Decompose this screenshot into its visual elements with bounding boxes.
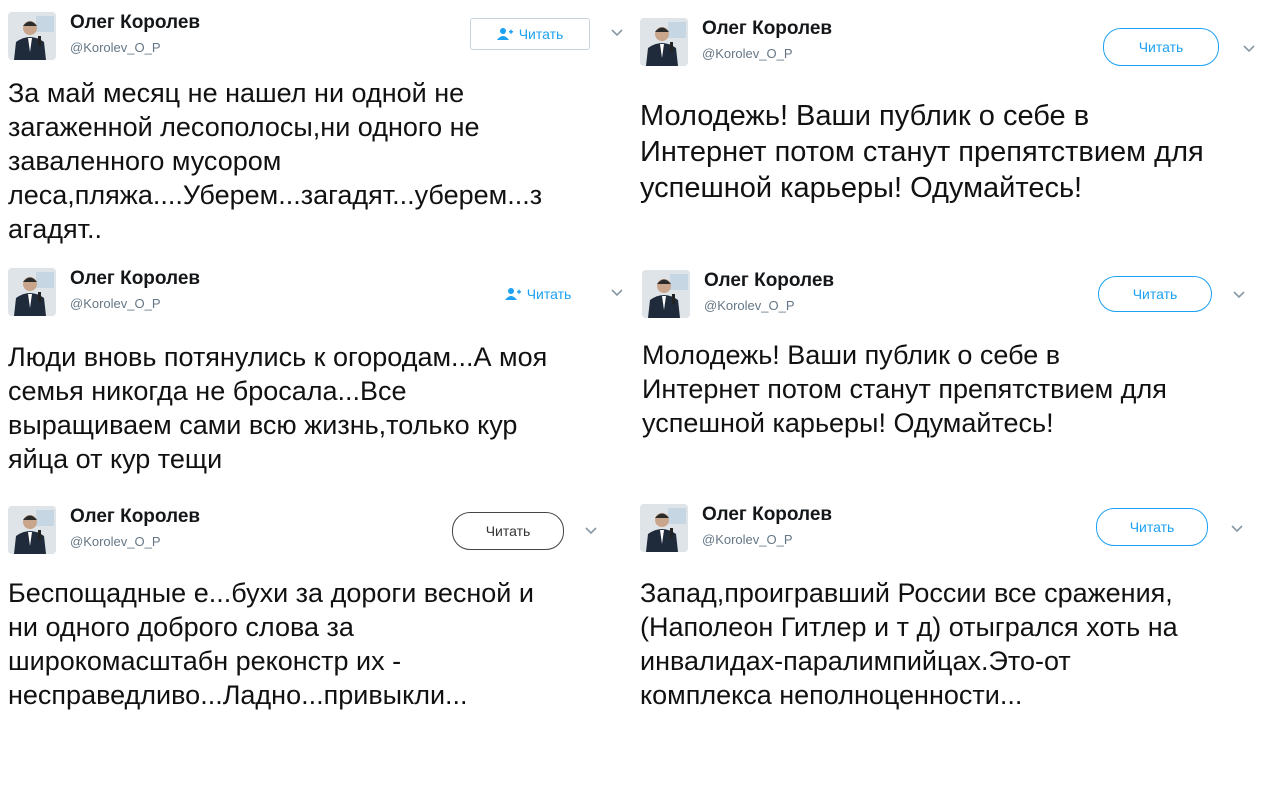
author-block: Олег Королев @Korolev_O_P: [70, 506, 200, 550]
author-name[interactable]: Олег Королев: [702, 504, 832, 526]
add-person-icon: [496, 27, 513, 41]
chevron-down-icon[interactable]: [608, 284, 626, 302]
author-name[interactable]: Олег Королев: [70, 268, 200, 290]
chevron-down-icon[interactable]: [1240, 40, 1258, 58]
tweet-text-line: широкомасштабн реконстр их -: [8, 646, 402, 676]
author-handle[interactable]: @Korolev_O_P: [70, 40, 200, 56]
tweet-text-line: заваленного мусором: [8, 146, 282, 176]
tweet-text-line: агадят..: [8, 214, 103, 244]
tweet-text-line: Интернет потом станут препятствием для: [640, 136, 1204, 168]
tweet-text: Молодежь! Ваши публик о себе в Интернет …: [642, 338, 1167, 440]
tweet-text-line: Беспощадные е...бухи за дороги весной и: [8, 578, 534, 608]
tweet-text-line: комплекса неполноценности...: [640, 680, 1023, 710]
tweet-text: За май месяц не нашел ни одной не загаже…: [8, 76, 542, 246]
author-block: Олег Королев @Korolev_O_P: [70, 12, 200, 56]
follow-label: Читать: [485, 523, 531, 539]
follow-button[interactable]: Читать: [480, 278, 596, 310]
tweet-text: Запад,проигравший России все сражения, (…: [640, 576, 1178, 712]
tweet-text: Беспощадные е...бухи за дороги весной и …: [8, 576, 534, 712]
tweet-text-line: выращиваем сами всю жизнь,только кур: [8, 410, 518, 440]
avatar[interactable]: [8, 506, 56, 554]
chevron-down-icon[interactable]: [1230, 286, 1248, 304]
avatar[interactable]: [8, 12, 56, 60]
author-handle[interactable]: @Korolev_O_P: [70, 296, 200, 312]
tweet-text-line: яйца от кур тещи: [8, 444, 223, 474]
avatar[interactable]: [640, 18, 688, 66]
follow-button[interactable]: Читать: [1103, 28, 1219, 66]
chevron-down-icon[interactable]: [1228, 520, 1246, 538]
tweet-text-line: леса,пляжа....Уберем...загадят...уберем.…: [8, 180, 543, 210]
follow-label: Читать: [526, 286, 572, 302]
author-block: Олег Королев @Korolev_O_P: [702, 18, 832, 62]
avatar[interactable]: [642, 270, 690, 318]
tweet-text: Молодежь! Ваши публик о себе в Интернет …: [640, 98, 1204, 206]
follow-label: Читать: [518, 26, 564, 42]
tweet-text-line: ни одного доброго слова за: [8, 612, 354, 642]
follow-button[interactable]: Читать: [1096, 508, 1208, 546]
tweet-text-line: успешной карьеры! Одумайтесь!: [642, 408, 1054, 438]
author-handle[interactable]: @Korolev_O_P: [70, 534, 200, 550]
tweet-text-line: Молодежь! Ваши публик о себе в: [642, 340, 1061, 370]
author-block: Олег Королев @Korolev_O_P: [70, 268, 200, 312]
tweet-text-line: Запад,проигравший России все сражения,: [640, 578, 1173, 608]
tweet-text-line: загаженной лесополосы,ни одного не: [8, 112, 480, 142]
tweet-text-line: Люди вновь потянулись к огородам...А моя: [8, 342, 548, 372]
author-name[interactable]: Олег Королев: [70, 12, 200, 34]
tweet-text-line: Интернет потом станут препятствием для: [642, 374, 1167, 404]
author-handle[interactable]: @Korolev_O_P: [704, 298, 834, 314]
chevron-down-icon[interactable]: [608, 24, 626, 42]
avatar[interactable]: [8, 268, 56, 316]
tweet-text-line: инвалидах-паралимпийцах.Это-от: [640, 646, 1071, 676]
chevron-down-icon[interactable]: [582, 522, 600, 540]
tweet-text-line: (Наполеон Гитлер и т д) отыгрался хоть н…: [640, 612, 1178, 642]
follow-label: Читать: [1132, 286, 1178, 302]
author-handle[interactable]: @Korolev_O_P: [702, 532, 832, 548]
tweet-text-line: успешной карьеры! Одумайтесь!: [640, 172, 1083, 204]
author-block: Олег Королев @Korolev_O_P: [704, 270, 834, 314]
tweet-text-line: Молодежь! Ваши публик о себе в: [640, 100, 1090, 132]
tweet-text-line: несправедливо...Ладно...привыкли...: [8, 680, 468, 710]
tweet-text: Люди вновь потянулись к огородам...А моя…: [8, 340, 547, 476]
author-name[interactable]: Олег Королев: [70, 506, 200, 528]
author-name[interactable]: Олег Королев: [702, 18, 832, 40]
tweet-text-line: семья никогда не бросала...Все: [8, 376, 407, 406]
follow-label: Читать: [1129, 519, 1175, 535]
follow-button[interactable]: Читать: [1098, 276, 1212, 312]
author-handle[interactable]: @Korolev_O_P: [702, 46, 832, 62]
avatar[interactable]: [640, 504, 688, 552]
follow-button[interactable]: Читать: [470, 18, 590, 50]
add-person-icon: [504, 287, 521, 301]
author-name[interactable]: Олег Королев: [704, 270, 834, 292]
author-block: Олег Королев @Korolev_O_P: [702, 504, 832, 548]
follow-button[interactable]: Читать: [452, 512, 564, 550]
follow-label: Читать: [1138, 39, 1184, 55]
tweet-text-line: За май месяц не нашел ни одной не: [8, 78, 465, 108]
